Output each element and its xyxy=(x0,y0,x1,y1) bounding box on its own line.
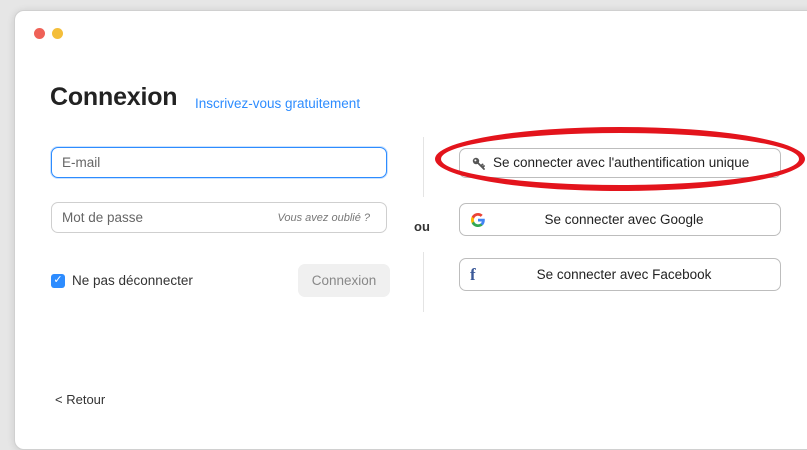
keep-signed-in-row[interactable]: ✓ Ne pas déconnecter xyxy=(51,273,193,288)
email-field[interactable] xyxy=(51,147,387,178)
facebook-login-button[interactable]: f Se connecter avec Facebook xyxy=(459,258,781,291)
minimize-window-button[interactable] xyxy=(52,28,63,39)
divider-line xyxy=(423,252,424,312)
divider-line xyxy=(423,137,424,197)
facebook-icon: f xyxy=(470,265,476,284)
back-link[interactable]: < Retour xyxy=(55,392,105,407)
password-input[interactable] xyxy=(52,203,262,232)
facebook-login-label: Se connecter avec Facebook xyxy=(536,267,712,282)
signup-link[interactable]: Inscrivez-vous gratuitement xyxy=(195,96,360,111)
google-login-label: Se connecter avec Google xyxy=(544,212,704,227)
email-input[interactable] xyxy=(52,148,262,177)
keep-signed-in-checkbox[interactable]: ✓ xyxy=(51,273,65,288)
close-window-button[interactable] xyxy=(34,28,45,39)
chevron-left-icon: < xyxy=(55,392,63,407)
google-login-button[interactable]: Se connecter avec Google xyxy=(459,203,781,236)
forgot-password-link[interactable]: Vous avez oublié ? xyxy=(277,212,370,224)
google-icon xyxy=(470,204,486,235)
keep-signed-in-label[interactable]: Ne pas déconnecter xyxy=(72,273,193,288)
page-title: Connexion xyxy=(50,83,178,111)
password-field[interactable]: Vous avez oublié ? xyxy=(51,202,387,233)
or-separator: ou xyxy=(414,219,430,234)
login-button[interactable]: Connexion xyxy=(298,264,390,297)
back-label: Retour xyxy=(66,392,106,407)
highlight-circle xyxy=(435,127,805,191)
